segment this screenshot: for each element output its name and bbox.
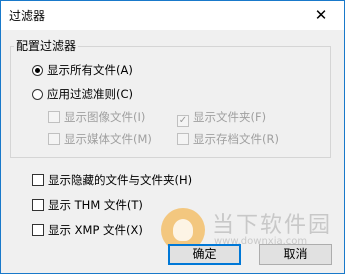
watermark-text: 当下软件园 (212, 213, 333, 238)
show-thm-checkbox[interactable]: 显示 THM 文件(T) (32, 198, 143, 212)
apply-filter-label: 应用过滤准则(C) (47, 87, 134, 101)
ok-button[interactable]: 确定 (168, 244, 241, 265)
show-hidden-checkbox[interactable]: 显示隐藏的文件与文件夹(H) (32, 173, 192, 187)
checkbox-icon (32, 199, 44, 211)
radio-selected-icon (32, 65, 43, 76)
checkbox-icon (177, 133, 189, 145)
watermark-logo-inner (173, 219, 193, 241)
apply-filter-radio[interactable]: 应用过滤准则(C) (32, 87, 133, 101)
checkbox-checked-icon: ✓ (177, 115, 189, 127)
cancel-button[interactable]: 取消 (259, 244, 332, 265)
title-bar: 过滤器 ✕ (1, 1, 344, 30)
checkbox-icon (48, 111, 60, 123)
show-all-files-label: 显示所有文件(A) (47, 63, 133, 77)
show-thm-label: 显示 THM 文件(T) (48, 198, 143, 212)
show-xmp-label: 显示 XMP 文件(X) (48, 223, 143, 237)
show-all-files-radio[interactable]: 显示所有文件(A) (32, 63, 133, 77)
show-xmp-checkbox[interactable]: 显示 XMP 文件(X) (32, 223, 143, 237)
show-images-label: 显示图像文件(I) (64, 110, 146, 124)
show-media-label: 显示媒体文件(M) (64, 132, 152, 146)
show-folders-label: 显示文件夹(F) (193, 110, 267, 124)
group-label: 配置过滤器 (14, 37, 79, 54)
show-archives-label: 显示存档文件(R) (193, 132, 279, 146)
checkbox-icon (32, 174, 44, 186)
show-media-checkbox[interactable]: 显示媒体文件(M) (48, 132, 152, 146)
checkbox-icon (32, 224, 44, 236)
radio-empty-icon (32, 89, 43, 100)
close-button[interactable]: ✕ (298, 1, 344, 30)
show-folders-checkbox[interactable]: ✓ 显示文件夹(F) (177, 110, 266, 127)
show-images-checkbox[interactable]: 显示图像文件(I) (48, 110, 145, 124)
show-hidden-label: 显示隐藏的文件与文件夹(H) (48, 173, 193, 187)
dialog-title: 过滤器 (9, 9, 46, 23)
checkbox-icon (48, 133, 60, 145)
show-archives-checkbox[interactable]: 显示存档文件(R) (177, 132, 279, 146)
